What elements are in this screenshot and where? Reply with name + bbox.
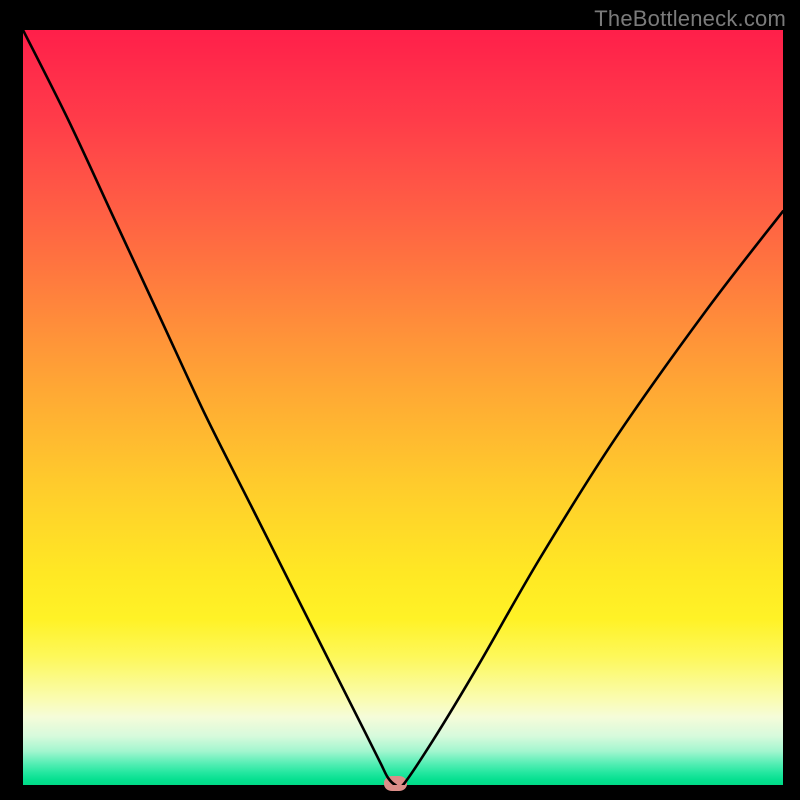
curve-path: [23, 30, 783, 785]
bottleneck-curve: [23, 30, 783, 785]
watermark-text: TheBottleneck.com: [594, 6, 786, 32]
plot-area: [23, 30, 783, 785]
chart-frame: TheBottleneck.com: [0, 0, 800, 800]
